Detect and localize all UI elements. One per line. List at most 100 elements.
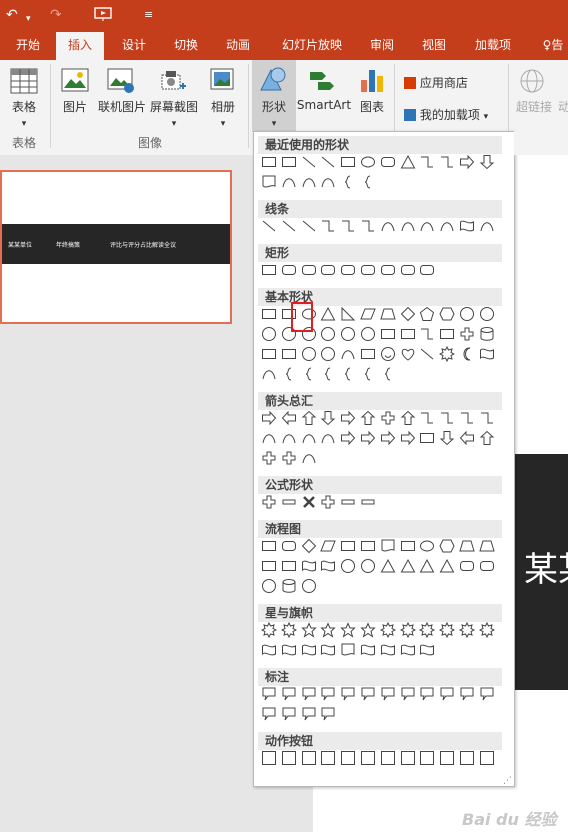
shape-rect-option[interactable]: [261, 262, 277, 278]
shape-line-option[interactable]: [301, 154, 317, 170]
shape-wave-option[interactable]: [419, 642, 435, 658]
shape-para-option[interactable]: [320, 538, 337, 554]
shape-line-option[interactable]: [320, 154, 336, 170]
shape-wave-option[interactable]: [459, 218, 475, 234]
tab-slideshow[interactable]: 幻灯片放映: [272, 32, 352, 60]
shape-trap-option[interactable]: [479, 538, 495, 554]
shape-seal-option[interactable]: [379, 622, 396, 638]
store-button[interactable]: 应用商店: [404, 74, 494, 91]
shape-rect-option[interactable]: [380, 326, 396, 342]
shape-curve-option[interactable]: [400, 218, 416, 234]
shape-rect-option[interactable]: [340, 538, 356, 554]
shape-btn-option[interactable]: [380, 750, 396, 766]
tab-review[interactable]: 审阅: [362, 32, 402, 60]
shape-btn-option[interactable]: [261, 750, 277, 766]
shape-rrect-option[interactable]: [400, 262, 416, 278]
shape-callout-option[interactable]: [419, 686, 435, 702]
shape-plus-option[interactable]: [261, 494, 277, 510]
shape-rect-option[interactable]: [261, 538, 277, 554]
shape-arrowR-option[interactable]: [340, 430, 356, 446]
shape-plus-option[interactable]: [459, 326, 475, 342]
shape-tri-option[interactable]: [419, 558, 435, 574]
shape-circ-option[interactable]: [360, 326, 376, 342]
shape-doc-option[interactable]: [380, 538, 396, 554]
shape-circ-option[interactable]: [479, 306, 495, 322]
shape-btn-option[interactable]: [301, 750, 317, 766]
shape-wave-option[interactable]: [301, 558, 317, 574]
shape-rect-option[interactable]: [281, 558, 297, 574]
shape-circ-option[interactable]: [301, 346, 317, 362]
album-button[interactable]: 相册 ▾: [202, 98, 244, 129]
shape-plus-option[interactable]: [261, 450, 277, 466]
shape-tri-option[interactable]: [320, 306, 336, 322]
shape-brace-option[interactable]: [320, 366, 336, 382]
shape-arrowU-option[interactable]: [400, 410, 416, 426]
shape-rect-option[interactable]: [419, 430, 435, 446]
shape-arrowD-option[interactable]: [479, 154, 495, 170]
shape-heart-option[interactable]: [400, 346, 416, 362]
shape-btn-option[interactable]: [439, 750, 455, 766]
shape-rect-option[interactable]: [360, 538, 376, 554]
smartart-button[interactable]: SmartArt: [296, 98, 352, 112]
tab-view[interactable]: 视图: [414, 32, 454, 60]
online-picture-button[interactable]: 联机图片: [96, 98, 148, 115]
resize-grip-icon[interactable]: ⋰: [503, 776, 512, 786]
shape-arrowR-option[interactable]: [459, 154, 475, 170]
shape-rrect-option[interactable]: [479, 558, 495, 574]
shape-pent-option[interactable]: [419, 306, 435, 322]
shape-callout-option[interactable]: [380, 686, 396, 702]
my-addins-button[interactable]: 我的加载项 ▾: [404, 106, 504, 123]
shape-wave-option[interactable]: [320, 642, 336, 658]
shape-btn-option[interactable]: [281, 750, 297, 766]
shape-callout-option[interactable]: [360, 686, 376, 702]
redo-button[interactable]: ↷: [50, 6, 62, 24]
shape-wave-option[interactable]: [400, 642, 416, 658]
shape-seal-option[interactable]: [399, 622, 416, 638]
shape-arrowU-option[interactable]: [360, 410, 376, 426]
shape-rrect-option[interactable]: [301, 262, 317, 278]
shape-callout-option[interactable]: [281, 686, 297, 702]
shape-btn-option[interactable]: [320, 750, 336, 766]
shape-brace-option[interactable]: [360, 366, 376, 382]
shape-btn-option[interactable]: [400, 750, 416, 766]
shape-curve-option[interactable]: [281, 430, 297, 446]
customize-qat-button[interactable]: ≡: [144, 6, 153, 24]
shape-trap-option[interactable]: [380, 306, 396, 322]
shape-wave-option[interactable]: [261, 642, 277, 658]
shape-circ-option[interactable]: [459, 306, 475, 322]
shape-elbow-option[interactable]: [419, 154, 435, 170]
shape-arrowR-option[interactable]: [340, 410, 356, 426]
shape-rect-option[interactable]: [261, 154, 277, 170]
shape-para-option[interactable]: [360, 306, 376, 322]
present-button[interactable]: [94, 6, 112, 27]
shape-arrowL-option[interactable]: [459, 430, 475, 446]
tab-transitions[interactable]: 切换: [164, 32, 208, 60]
shape-brace-option[interactable]: [301, 366, 317, 382]
shape-star-option[interactable]: [340, 622, 356, 638]
shape-seal-option[interactable]: [459, 622, 475, 638]
shape-curve-option[interactable]: [261, 430, 277, 446]
shape-rrect-option[interactable]: [419, 262, 435, 278]
shape-rrect-option[interactable]: [380, 262, 396, 278]
shape-curve-option[interactable]: [340, 346, 356, 362]
shape-curve-option[interactable]: [419, 218, 435, 234]
shape-dia-option[interactable]: [400, 306, 416, 322]
shape-rect-option[interactable]: [360, 346, 376, 362]
shape-seal-option[interactable]: [280, 622, 297, 638]
shape-arrowD-option[interactable]: [320, 410, 336, 426]
shape-smile-option[interactable]: [380, 346, 396, 362]
screenshot-button[interactable]: 屏幕截图 ▾: [148, 98, 200, 129]
hyperlink-button[interactable]: 超链接: [512, 98, 556, 115]
action-button[interactable]: 动: [556, 98, 568, 115]
shape-seal-option[interactable]: [419, 622, 436, 638]
shape-minus-option[interactable]: [340, 494, 356, 510]
shape-arrowR-option[interactable]: [380, 430, 396, 446]
shape-oval-option[interactable]: [419, 538, 435, 554]
shape-btn-option[interactable]: [479, 750, 495, 766]
shape-btn-option[interactable]: [419, 750, 435, 766]
shape-rect-option[interactable]: [281, 154, 297, 170]
shape-star-option[interactable]: [300, 622, 317, 638]
shape-curve-option[interactable]: [320, 430, 336, 446]
shape-callout-option[interactable]: [340, 686, 356, 702]
shape-circ-option[interactable]: [261, 578, 277, 594]
